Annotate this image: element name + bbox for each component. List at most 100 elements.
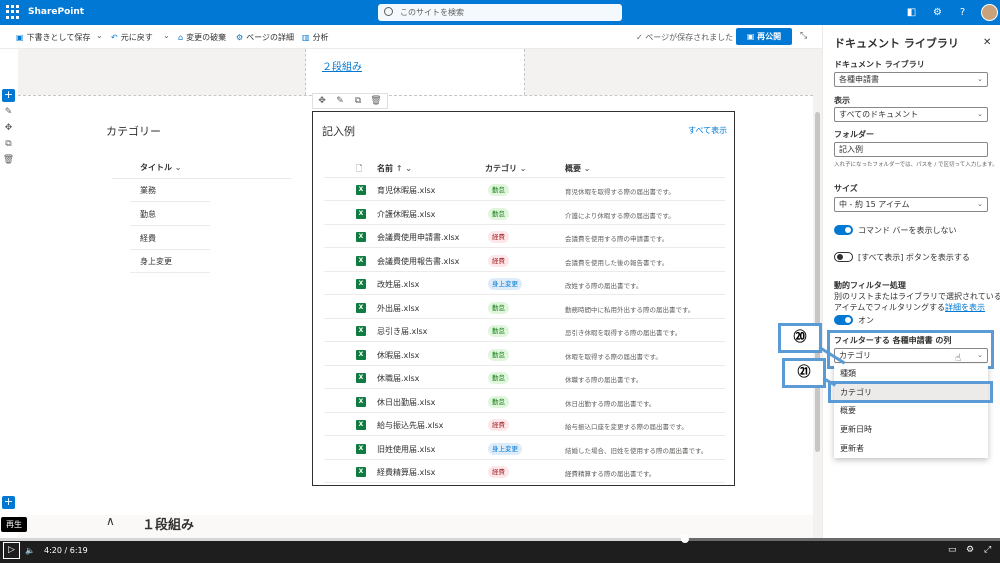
file-name-link[interactable]: 介護休暇届.xlsx [377, 209, 435, 220]
scrollbar-thumb[interactable] [815, 112, 820, 452]
file-name-link[interactable]: 旧姓使用届.xlsx [377, 444, 435, 455]
file-name-link[interactable]: 会議費使用申請書.xlsx [377, 232, 459, 243]
duplicate-section-icon[interactable]: ⧉ [2, 138, 15, 151]
discard-button[interactable]: ⌂ 変更の破棄 [178, 32, 226, 43]
delete-section-icon[interactable]: 🗑 [2, 154, 15, 167]
summary-text: 休日出勤する際の届出書です。 [565, 399, 656, 408]
add-section-bottom-icon[interactable]: + [2, 496, 15, 509]
learn-more-link[interactable]: 詳細を表示 [945, 303, 985, 312]
save-status: ✓ ページが保存されました [636, 32, 733, 43]
summary-text: 忌引き休暇を取得する際の届出書です。 [565, 329, 682, 337]
move-section-icon[interactable]: ✥ [2, 122, 15, 135]
save-dropdown-chevron-icon[interactable]: ⌄ [96, 31, 103, 40]
summary-text: 休暇を取得する際の届出書です。 [565, 352, 662, 361]
republish-button[interactable]: ▣ 再公開 [736, 28, 792, 45]
filter-column-value: カテゴリ [839, 351, 871, 360]
file-name-link[interactable]: 忌引き届.xlsx [377, 326, 427, 337]
play-tooltip: 再生 [1, 517, 27, 532]
settings-icon[interactable]: ⚙ [966, 545, 974, 555]
file-name-link[interactable]: 外出届.xlsx [377, 303, 419, 314]
toggle-knob [837, 254, 843, 260]
analytics-label: 分析 [312, 33, 329, 42]
save-status-text: ページが保存されました [645, 33, 734, 42]
undo-button[interactable]: ↶ 元に戻す [111, 32, 153, 43]
show-see-all-label: [すべて表示] ボタンを表示する [858, 253, 970, 262]
move-icon[interactable]: ✥ [313, 94, 331, 108]
analytics-button[interactable]: ▥ 分析 [302, 32, 329, 43]
edit-icon[interactable]: ✎ [331, 94, 349, 108]
toggle-knob [845, 227, 851, 233]
callout-20: ⑳ [778, 323, 822, 353]
collapse-chevron-icon[interactable]: ∧ [106, 514, 115, 528]
file-name-link[interactable]: 改姓届.xlsx [377, 279, 419, 290]
library-label: ドキュメント ライブラリ [834, 60, 925, 69]
category-header-label: カテゴリ [485, 164, 517, 173]
help-icon[interactable]: ? [957, 7, 968, 18]
progress-handle[interactable] [681, 535, 689, 543]
undo-dropdown-chevron-icon[interactable]: ⌄ [163, 31, 170, 40]
delete-icon[interactable]: 🗑 [367, 94, 385, 108]
dropdown-option[interactable]: 更新者 [834, 439, 988, 458]
hide-command-bar-toggle[interactable] [834, 225, 853, 235]
discard-label: 変更の破棄 [186, 33, 227, 42]
category-column-header[interactable]: カテゴリ ⌄ [485, 163, 527, 174]
section-heading-link[interactable]: ２段組み [322, 58, 362, 73]
view-select[interactable]: すべてのドキュメント ⌄ [834, 107, 988, 122]
excel-file-icon: X [356, 185, 366, 195]
close-icon[interactable]: ✕ [983, 37, 991, 48]
search-icon [384, 7, 393, 16]
file-name-link[interactable]: 給与振込先届.xlsx [377, 420, 443, 431]
app-name[interactable]: SharePoint [28, 7, 84, 17]
page-details-button[interactable]: ⚙ ページの詳細 [236, 32, 294, 43]
file-name-link[interactable]: 会議費使用報告書.xlsx [377, 256, 459, 267]
summary-column-header[interactable]: 概要 ⌄ [565, 163, 591, 174]
dropdown-option[interactable]: 概要 [834, 401, 988, 420]
search-box[interactable]: このサイトを検索 [378, 4, 622, 21]
file-name-link[interactable]: 経費精算届.xlsx [377, 467, 435, 478]
filter-column-select[interactable]: カテゴリ ⌄ [834, 348, 988, 363]
name-column-header[interactable]: 名前 ↑ ⌄ [377, 163, 412, 174]
library-title: 記入例 [322, 125, 355, 138]
category-item[interactable]: 業務 [140, 185, 156, 196]
toggle-knob [845, 317, 851, 323]
folder-input[interactable]: 記入例 [834, 142, 988, 157]
file-name-link[interactable]: 休日出勤届.xlsx [377, 397, 435, 408]
file-name-link[interactable]: 休暇届.xlsx [377, 350, 419, 361]
excel-file-icon: X [356, 302, 366, 313]
webpart-toolbar: ✥ ✎ ⧉ 🗑 [312, 93, 388, 109]
gear-icon[interactable]: ⚙ [932, 7, 943, 18]
fullscreen-icon[interactable]: ⤢ [984, 545, 991, 555]
captions-icon[interactable]: ▭ [948, 545, 957, 555]
file-name-link[interactable]: 育児休暇届.xlsx [377, 185, 435, 196]
cursor-icon: ☝ [955, 353, 962, 364]
sort-arrow-icon: ↑ ⌄ [395, 164, 412, 173]
show-see-all-toggle[interactable] [834, 252, 853, 262]
size-select[interactable]: 中 - 約 15 アイテム ⌄ [834, 197, 988, 212]
avatar[interactable] [981, 4, 998, 21]
collapse-icon[interactable]: ⤡ [800, 31, 807, 41]
save-draft-button[interactable]: ▣ 下書きとして保存 [16, 32, 90, 43]
megaphone-icon[interactable]: ◧ [906, 7, 917, 18]
duplicate-icon[interactable]: ⧉ [349, 94, 367, 108]
category-item[interactable]: 身上変更 [140, 256, 172, 267]
volume-icon[interactable]: 🔈 [25, 546, 35, 555]
category-item[interactable]: 勤怠 [140, 209, 156, 220]
category-item[interactable]: 経費 [140, 233, 156, 244]
app-launcher-icon[interactable] [6, 5, 20, 19]
undo-label: 元に戻す [120, 33, 153, 42]
discard-icon: ⌂ [178, 33, 184, 42]
folder-hint: 入れ子になったフォルダーでは、パスを / で区切って入力します。 [834, 162, 998, 168]
summary-text: 改姓する際の届出書です。 [565, 282, 643, 290]
library-select-value: 各種申請書 [839, 75, 879, 84]
library-select[interactable]: 各種申請書 ⌄ [834, 72, 988, 87]
file-name-link[interactable]: 休職届.xlsx [377, 373, 419, 384]
dynamic-filter-toggle[interactable] [834, 315, 853, 325]
see-all-link[interactable]: すべて表示 [688, 125, 727, 136]
edit-section-icon[interactable]: ✎ [2, 106, 15, 119]
category-column-header[interactable]: タイトル ⌄ [140, 162, 182, 173]
play-icon[interactable]: ▷ [3, 542, 20, 559]
divider [130, 272, 210, 273]
dropdown-option[interactable]: 更新日時 [834, 420, 988, 439]
summary-text: 育児休暇を取得する際の届出書です。 [565, 188, 675, 196]
add-section-icon[interactable]: + [2, 89, 15, 102]
